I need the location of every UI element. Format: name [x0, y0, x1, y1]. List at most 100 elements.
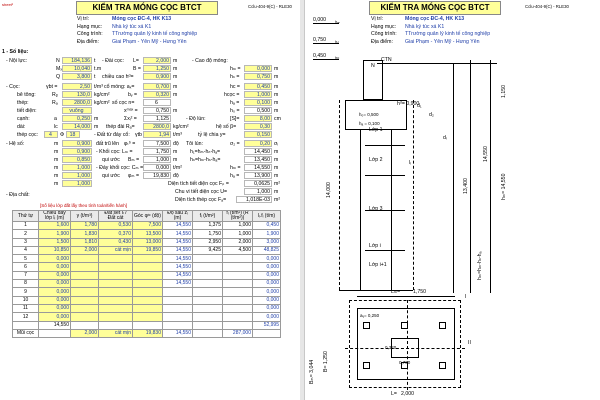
table-cell[interactable]: 0,000: [38, 287, 71, 297]
table-cell[interactable]: [132, 262, 163, 272]
thepdai-input[interactable]: 2800,0: [143, 123, 171, 130]
tietdien-select[interactable]: vuông: [62, 107, 92, 114]
table-cell: 14,550: [162, 229, 193, 239]
table-cell[interactable]: 2,000: [70, 245, 99, 256]
lc-input[interactable]: 14,000: [62, 123, 92, 130]
table-cell[interactable]: [132, 295, 163, 305]
table-cell[interactable]: [70, 287, 99, 297]
hcoc-input[interactable]: 1,000: [244, 91, 272, 98]
table-cell[interactable]: 13,500: [132, 229, 163, 239]
table-cell[interactable]: [98, 287, 133, 297]
table-cell[interactable]: 0,000: [38, 279, 71, 289]
Rb-input[interactable]: 130,0: [62, 91, 92, 98]
Ra-input[interactable]: 2800,0: [62, 99, 92, 106]
table-cell[interactable]: cát mịn: [98, 245, 133, 256]
hn-input[interactable]: 0,750: [244, 73, 272, 80]
m2-input[interactable]: 0,850: [62, 156, 92, 163]
table-cell[interactable]: [132, 254, 163, 264]
table-cell[interactable]: 1,500: [38, 237, 71, 247]
h0-dim: h₀= 0,500: [359, 112, 379, 117]
table-cell[interactable]: 1,600: [38, 220, 71, 231]
table-cell: 3: [12, 237, 39, 247]
congtrinh-label-right: Công trình:: [371, 31, 397, 37]
hm-input[interactable]: 0,000: [244, 65, 272, 72]
table-cell[interactable]: [98, 303, 133, 314]
table-cell[interactable]: 1,780: [70, 220, 99, 231]
table-cell: [222, 303, 253, 314]
table-cell[interactable]: 0,000: [38, 303, 71, 314]
thepcoc-diameter-input[interactable]: 18: [66, 131, 80, 138]
table-row: 7 0,000 14,550 0,000: [12, 270, 281, 281]
table-cell[interactable]: [98, 254, 133, 264]
Q-input[interactable]: 3,800: [62, 73, 92, 80]
table-cell[interactable]: 1,810: [70, 237, 99, 247]
lc-dim: 14,000: [326, 182, 332, 198]
table-cell[interactable]: 1,830: [70, 229, 99, 239]
phi-symbol: φₜᵇ =: [124, 141, 136, 147]
table-cell[interactable]: 10,850: [38, 245, 71, 256]
m1-input[interactable]: 0,900: [62, 148, 92, 155]
table-cell[interactable]: 0,000: [38, 262, 71, 272]
phim-unit: độ: [173, 173, 179, 179]
hd-input[interactable]: 0,900: [143, 73, 171, 80]
table-cell[interactable]: [98, 312, 133, 322]
table-cell[interactable]: [70, 312, 99, 322]
S-input[interactable]: 8,00: [244, 115, 272, 122]
table-cell[interactable]: [70, 270, 99, 281]
Mx-input[interactable]: 10,040: [62, 65, 92, 72]
m5-input[interactable]: 1,000: [62, 180, 92, 187]
table-cell[interactable]: 0,000: [38, 312, 71, 322]
table-cell[interactable]: cát mịn: [98, 328, 133, 339]
table-cell[interactable]: [132, 287, 163, 297]
table-row: 14,550 52,995: [12, 320, 281, 330]
table-cell[interactable]: 0,000: [38, 270, 71, 281]
thepcoc-count-input[interactable]: 4: [44, 131, 58, 138]
beta-input[interactable]: 0,30: [244, 123, 272, 130]
table-cell[interactable]: 7,500: [132, 220, 163, 231]
table-cell[interactable]: [70, 303, 99, 314]
tyle-input[interactable]: 0,150: [244, 131, 272, 138]
table-cell[interactable]: [132, 303, 163, 314]
table-cell[interactable]: [98, 270, 133, 281]
table-cell[interactable]: [70, 254, 99, 264]
table-cell[interactable]: 0,430: [98, 237, 133, 247]
gtb-input[interactable]: 1,94: [143, 131, 171, 138]
table-cell: [12, 320, 39, 330]
a-symbol: a: [54, 116, 57, 122]
by-input[interactable]: 0,320: [143, 91, 171, 98]
table-cell[interactable]: 19,830: [132, 328, 163, 339]
table-cell[interactable]: [132, 270, 163, 281]
ha-input[interactable]: 0,100: [244, 99, 272, 106]
table-cell[interactable]: 13,000: [132, 237, 163, 247]
table-cell[interactable]: [98, 295, 133, 305]
m3-input[interactable]: 1,000: [62, 164, 92, 171]
ax-input[interactable]: 0,700: [143, 83, 171, 90]
table-cell[interactable]: [70, 279, 99, 289]
table-cell[interactable]: 0,000: [38, 254, 71, 264]
m4-input[interactable]: 1,000: [62, 172, 92, 179]
a-input[interactable]: 0,250: [62, 115, 92, 122]
table-cell[interactable]: 0,530: [98, 220, 133, 231]
hc-input[interactable]: 0,450: [244, 83, 272, 90]
table-cell[interactable]: [70, 262, 99, 272]
table-cell[interactable]: 1,900: [38, 229, 71, 239]
L-input[interactable]: 2,000: [143, 57, 171, 64]
table-cell[interactable]: [70, 295, 99, 305]
pile-6: [439, 362, 446, 369]
gbt-input[interactable]: 2,50: [62, 83, 92, 90]
table-cell[interactable]: [98, 262, 133, 272]
tyle-label: tỷ lệ chia y=: [198, 132, 226, 138]
B-input[interactable]: 1,250: [143, 65, 171, 72]
table-cell[interactable]: 2,000: [70, 328, 99, 339]
table-cell[interactable]: [98, 279, 133, 289]
table-cell[interactable]: [132, 312, 163, 322]
table-cell[interactable]: 19,850: [132, 245, 163, 256]
table-cell[interactable]: 0,370: [98, 229, 133, 239]
table-cell[interactable]: 0,000: [38, 295, 71, 305]
table-cell: [192, 270, 223, 281]
N-input[interactable]: 184,136: [62, 57, 92, 64]
table-cell[interactable]: [132, 279, 163, 289]
m-input[interactable]: 0,900: [62, 140, 92, 147]
table-cell: [162, 287, 193, 297]
sz-input[interactable]: 0,20: [244, 140, 272, 147]
